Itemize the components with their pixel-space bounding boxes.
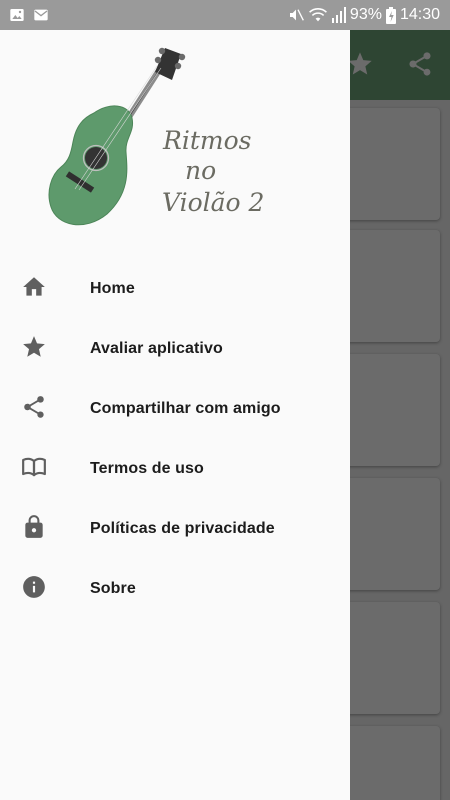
menu-item-privacy[interactable]: Políticas de privacidade [0,496,350,556]
logo-text-line1: Ritmos [163,126,252,155]
menu-item-terms[interactable]: Termos de uso [0,436,350,496]
battery-icon [385,6,396,24]
menu-item-label: Termos de uso [90,460,204,477]
menu-item-rate-app[interactable]: Avaliar aplicativo [0,316,350,376]
menu-item-about[interactable]: Sobre [0,556,350,616]
logo-text-line2: no [185,156,217,185]
drawer-menu: Home Avaliar aplicativo Compartilhar com… [0,256,350,616]
mute-icon [289,9,304,21]
screen: 93% 14:30 Ritmos no Violão 2 Home Avalia… [0,0,450,800]
info-icon [23,576,45,598]
menu-item-label: Políticas de privacidade [90,520,275,537]
status-bar: 93% 14:30 [0,0,450,30]
signal-icon [331,7,346,23]
menu-item-label: Sobre [90,580,136,597]
home-icon [23,277,45,296]
book-icon [22,457,46,477]
menu-item-share[interactable]: Compartilhar com amigo [0,376,350,436]
share-icon [24,396,44,418]
wifi-icon [308,8,327,22]
lock-icon [25,515,43,538]
star-icon [23,336,45,357]
menu-item-home[interactable]: Home [0,256,350,316]
menu-item-label: Home [90,280,135,297]
drawer-header: Ritmos no Violão 2 [0,30,350,250]
gallery-icon [10,9,24,21]
menu-item-label: Avaliar aplicativo [90,340,223,357]
battery-percentage: 93% [349,6,382,23]
navigation-drawer: Ritmos no Violão 2 Home Avaliar aplicati… [0,30,350,800]
logo-text-line3: Violão 2 [162,188,265,217]
clock-time: 14:30 [399,6,440,23]
menu-item-label: Compartilhar com amigo [90,400,281,417]
mail-icon [34,9,48,21]
